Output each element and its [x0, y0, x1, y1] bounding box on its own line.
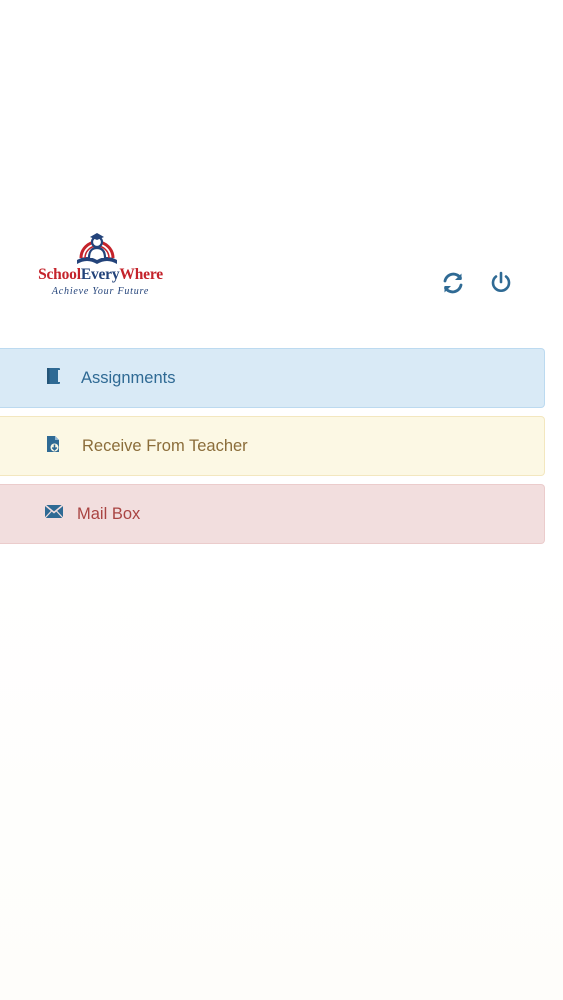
menu-item-mail-box[interactable]: Mail Box	[0, 484, 545, 544]
refresh-icon	[443, 272, 463, 294]
logo-word-school: School	[38, 266, 81, 283]
book-icon	[47, 368, 60, 384]
envelope-icon	[44, 504, 64, 519]
main-menu: Assignments Receive From Teacher Mail Bo…	[0, 348, 545, 552]
menu-item-label: Mail Box	[77, 505, 141, 523]
menu-item-assignments[interactable]: Assignments	[0, 348, 545, 408]
logo-word-where: Where	[119, 266, 163, 283]
power-icon	[491, 271, 511, 292]
school-everywhere-logo: SchoolEveryWhere Achieve Your Future	[28, 230, 173, 302]
logout-button[interactable]	[488, 270, 514, 296]
menu-item-label: Receive From Teacher	[82, 437, 248, 455]
menu-item-receive-from-teacher[interactable]: Receive From Teacher	[0, 416, 545, 476]
header: SchoolEveryWhere Achieve Your Future	[0, 226, 563, 306]
file-download-icon	[47, 436, 59, 452]
logo-wordmark: SchoolEveryWhere	[28, 266, 173, 284]
logo-tagline: Achieve Your Future	[51, 286, 150, 297]
logo-word-every: Every	[80, 266, 120, 283]
refresh-button[interactable]	[440, 270, 466, 296]
logo-emblem-icon	[77, 233, 117, 264]
menu-item-label: Assignments	[81, 369, 176, 387]
app-page: SchoolEveryWhere Achieve Your Future Ass…	[0, 0, 563, 1000]
